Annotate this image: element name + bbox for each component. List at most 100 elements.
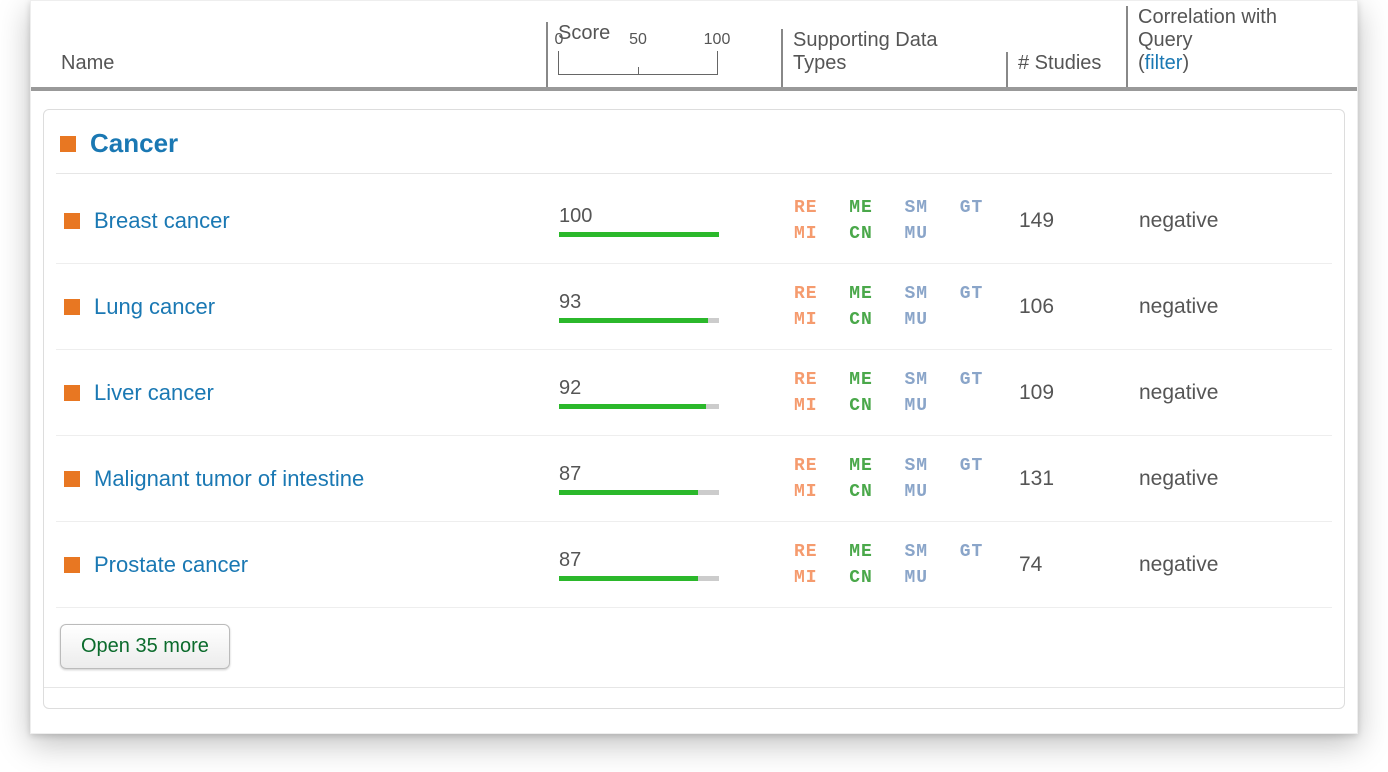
cell-correlation: negative [1129,467,1332,491]
datatype-badge-me[interactable]: ME [849,456,888,476]
row-name-link[interactable]: Prostate cancer [94,552,248,578]
cell-studies: 131 [1009,467,1129,491]
datatype-badge-mi[interactable]: MI [794,568,833,588]
score-scale: 0 50 100 [558,51,718,75]
datatype-badge-sm[interactable]: SM [905,542,944,562]
datatype-badge-gt[interactable]: GT [960,456,999,476]
cell-name: Malignant tumor of intestine [56,466,549,492]
header-correlation: Correlation with Query (filter) [1126,6,1347,87]
row-name-link[interactable]: Lung cancer [94,294,215,320]
datatype-badge-mi[interactable]: MI [794,482,833,502]
datatype-badge-gt[interactable]: GT [960,370,999,390]
row-name-link[interactable]: Liver cancer [94,380,214,406]
square-icon [64,471,80,487]
datatype-badge-cn[interactable]: CN [849,568,888,588]
table-row: Breast cancer 100 RE ME SM GT MI CN MU 149negativ… [56,178,1332,264]
cell-studies: 109 [1009,381,1129,405]
cell-score: 92 [549,377,784,409]
cell-studies: 149 [1009,209,1129,233]
datatype-badge-re[interactable]: RE [794,370,833,390]
cell-score: 87 [549,463,784,495]
datatype-badge-cn[interactable]: CN [849,482,888,502]
score-value: 100 [559,205,774,228]
datatype-badge-sm[interactable]: SM [905,456,944,476]
score-bar [559,318,719,323]
datatype-badge-mi[interactable]: MI [794,396,833,416]
row-name-link[interactable]: Breast cancer [94,208,230,234]
table-row: Lung cancer 93 RE ME SM GT MI CN MU 106negative [56,264,1332,350]
table-row: Prostate cancer 87 RE ME SM GT MI CN MU 74negativ… [56,522,1332,608]
score-bar [559,404,719,409]
cell-name: Prostate cancer [56,552,549,578]
datatype-badge-mi[interactable]: MI [794,224,833,244]
cell-studies: 106 [1009,295,1129,319]
cell-correlation: negative [1129,381,1332,405]
datatype-badge-mu[interactable]: MU [905,396,944,416]
group-title[interactable]: Cancer [90,128,178,159]
score-bar [559,232,719,237]
cell-studies: 74 [1009,553,1129,577]
datatype-badge-me[interactable]: ME [849,542,888,562]
header-studies: # Studies [1006,52,1126,87]
table-row: Malignant tumor of intestine 87 RE ME SM GT MI… [56,436,1332,522]
datatype-badge-mi[interactable]: MI [794,310,833,330]
datatype-badge-cn[interactable]: CN [849,224,888,244]
cell-correlation: negative [1129,553,1332,577]
datatype-badge-mu[interactable]: MU [905,568,944,588]
cell-supporting-data-types: RE ME SM GT MI CN MU [784,456,1009,502]
datatype-badge-re[interactable]: RE [794,284,833,304]
score-bar [559,490,719,495]
datatype-badge-sm[interactable]: SM [905,198,944,218]
score-bar [559,576,719,581]
datatype-badge-gt[interactable]: GT [960,284,999,304]
cell-score: 87 [549,549,784,581]
group-title-row[interactable]: Cancer [56,110,1332,174]
score-value: 93 [559,291,774,314]
square-icon [64,385,80,401]
square-icon [64,213,80,229]
datatype-badge-sm[interactable]: SM [905,370,944,390]
cell-supporting-data-types: RE ME SM GT MI CN MU [784,198,1009,244]
header-supporting-data-types: Supporting Data Types [781,29,1006,87]
datatype-badge-cn[interactable]: CN [849,396,888,416]
score-value: 87 [559,549,774,572]
results-panel: Name Score 0 50 100 Supporting Data Type… [30,0,1358,734]
table-row: Liver cancer 92 RE ME SM GT MI CN MU 109negative [56,350,1332,436]
results-card: Cancer Breast cancer 100 RE ME SM GT MI CN MU 149… [43,109,1345,709]
datatype-badge-re[interactable]: RE [794,542,833,562]
datatype-badge-re[interactable]: RE [794,198,833,218]
square-icon [64,557,80,573]
cell-name: Liver cancer [56,380,549,406]
datatype-badge-mu[interactable]: MU [905,482,944,502]
header-name: Name [41,52,546,87]
datatype-badge-re[interactable]: RE [794,456,833,476]
square-icon [64,299,80,315]
cell-correlation: negative [1129,295,1332,319]
cell-supporting-data-types: RE ME SM GT MI CN MU [784,284,1009,330]
datatype-badge-me[interactable]: ME [849,198,888,218]
cell-score: 93 [549,291,784,323]
filter-link[interactable]: filter [1145,52,1183,74]
cell-correlation: negative [1129,209,1332,233]
open-more-button[interactable]: Open 35 more [60,624,230,669]
datatype-badge-mu[interactable]: MU [905,224,944,244]
square-icon [60,136,76,152]
datatype-badge-me[interactable]: ME [849,370,888,390]
datatype-badge-cn[interactable]: CN [849,310,888,330]
table-header: Name Score 0 50 100 Supporting Data Type… [31,1,1357,91]
cell-supporting-data-types: RE ME SM GT MI CN MU [784,370,1009,416]
datatype-badge-sm[interactable]: SM [905,284,944,304]
datatype-badge-mu[interactable]: MU [905,310,944,330]
row-name-link[interactable]: Malignant tumor of intestine [94,466,364,492]
cell-name: Breast cancer [56,208,549,234]
cell-supporting-data-types: RE ME SM GT MI CN MU [784,542,1009,588]
header-score: Score 0 50 100 [546,22,781,87]
datatype-badge-gt[interactable]: GT [960,542,999,562]
datatype-badge-me[interactable]: ME [849,284,888,304]
cell-name: Lung cancer [56,294,549,320]
score-value: 87 [559,463,774,486]
datatype-badge-gt[interactable]: GT [960,198,999,218]
cell-score: 100 [549,205,784,237]
divider [44,687,1344,688]
score-value: 92 [559,377,774,400]
